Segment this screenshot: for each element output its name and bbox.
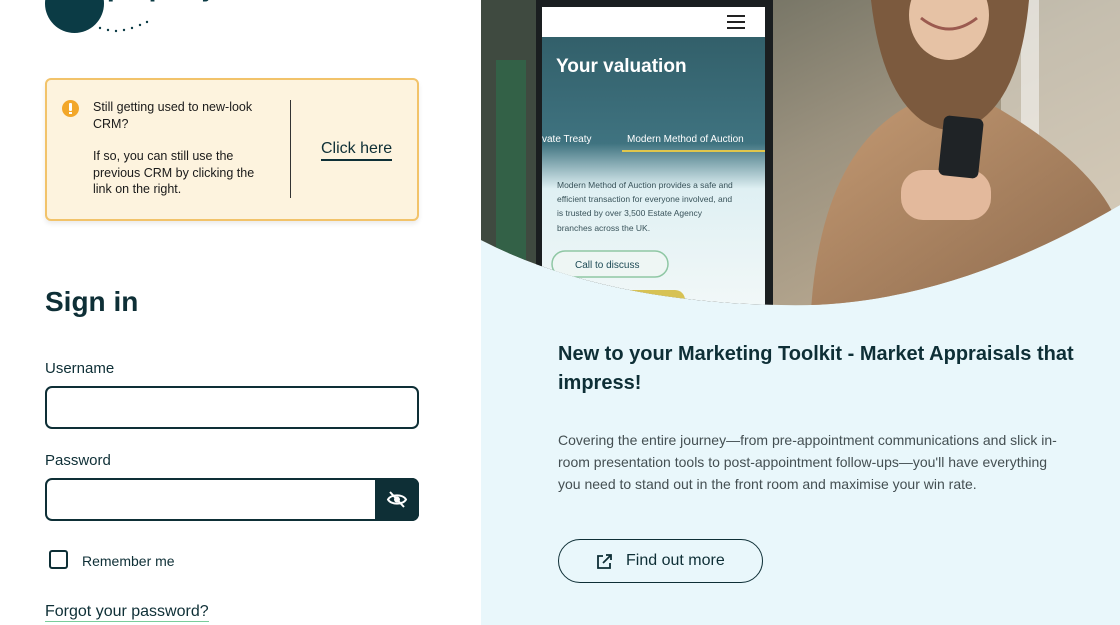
notice-line-2: If so, you can still use the previous CR… <box>93 149 255 196</box>
password-input[interactable] <box>45 478 419 521</box>
phone-body-line-3: is trusted by over 3,500 Estate Agency <box>557 208 703 218</box>
info-icon <box>62 100 79 117</box>
notice-line-1: Still getting used to new-look CRM? <box>93 100 253 131</box>
previous-crm-link[interactable]: Click here <box>321 140 393 161</box>
brand-logo: iam property <box>45 0 245 36</box>
phone-tab-left: vate Treaty <box>542 134 591 145</box>
crm-notice: Still getting used to new-look CRM? If s… <box>45 78 419 221</box>
find-out-more-label: Find out more <box>626 552 725 569</box>
promo-title: New to your Marketing Toolkit - Market A… <box>558 343 1074 394</box>
external-link-icon <box>597 554 612 569</box>
find-out-more-button[interactable]: Find out more <box>558 539 763 583</box>
login-panel: iam property Still getting used to new-l… <box>0 0 481 625</box>
notice-text: Still getting used to new-look CRM? If s… <box>93 99 263 198</box>
promo-hero-image: Your valuation vate Treaty Modern Method… <box>481 0 1120 310</box>
forgot-password-link[interactable]: Forgot your password? <box>45 603 209 622</box>
toggle-password-visibility-button[interactable] <box>375 478 419 521</box>
username-input[interactable] <box>45 386 419 429</box>
phone-body-line-1: Modern Method of Auction provides a safe… <box>557 180 733 190</box>
notice-divider <box>290 100 291 198</box>
logo-dots <box>91 20 149 33</box>
promo-panel: Your valuation vate Treaty Modern Method… <box>481 0 1120 625</box>
phone-call-button: Call to discuss <box>575 260 639 271</box>
phone-body-line-4: branches across the UK. <box>557 223 650 233</box>
page-title: Sign in <box>45 286 139 317</box>
remember-me-label: Remember me <box>82 553 175 569</box>
phone-body-line-2: efficient transaction for everyone invol… <box>557 194 732 204</box>
logo-word-property: property <box>107 0 215 3</box>
phone-tab-right: Modern Method of Auction <box>627 134 744 145</box>
phone-heading: Your valuation <box>556 56 687 77</box>
remember-me-checkbox[interactable] <box>49 550 68 569</box>
username-label: Username <box>45 360 115 377</box>
password-label: Password <box>45 452 111 469</box>
logo-word-iam: iam <box>55 0 96 4</box>
promo-body: Covering the entire journey—from pre-app… <box>558 432 1057 492</box>
eye-slash-icon <box>386 491 408 508</box>
